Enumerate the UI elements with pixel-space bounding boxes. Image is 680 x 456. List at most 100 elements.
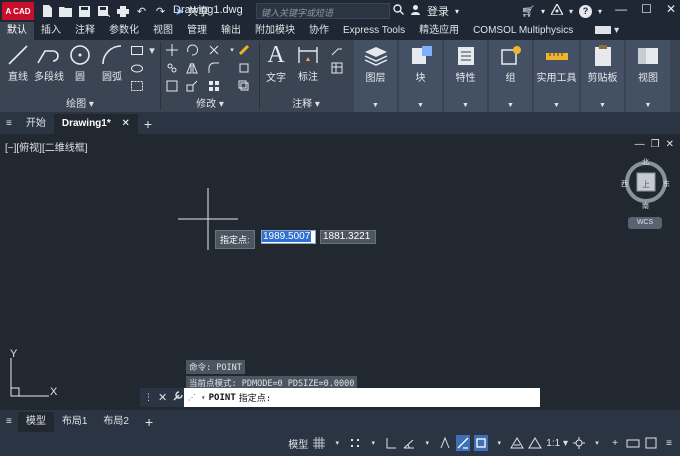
- viewport-label[interactable]: [−][俯视][二维线框]: [5, 139, 88, 154]
- new-file-icon[interactable]: [40, 5, 53, 18]
- viewport-restore-icon[interactable]: ❐: [651, 139, 660, 150]
- tab-express-tools[interactable]: Express Tools: [336, 22, 412, 40]
- view-dropdown-icon[interactable]: ▼: [645, 102, 652, 109]
- grid-dropdown-icon[interactable]: ▾: [330, 435, 344, 451]
- text-tool[interactable]: A 文字: [266, 42, 286, 84]
- tab-collaborate[interactable]: 协作: [302, 22, 336, 40]
- help-dropdown-icon[interactable]: ▾: [598, 7, 602, 16]
- tab-model[interactable]: 模型: [17, 412, 54, 432]
- command-close-icon[interactable]: ✕: [158, 391, 167, 404]
- add-scale-icon[interactable]: +: [608, 435, 622, 451]
- annotation-autoscale-icon[interactable]: [528, 435, 543, 451]
- customize-icon[interactable]: ≡: [662, 435, 676, 451]
- erase-icon[interactable]: [237, 44, 251, 56]
- line-tool[interactable]: 直线: [6, 43, 30, 83]
- viewport-close-icon[interactable]: ✕: [666, 139, 674, 150]
- tab-manage[interactable]: 管理: [180, 22, 214, 40]
- menu-icon[interactable]: ≡: [0, 114, 18, 134]
- view-panel[interactable]: 视图 ▼: [626, 40, 670, 112]
- viewcube-top-face[interactable]: 上: [642, 179, 650, 190]
- tab-addins[interactable]: 附加模块: [248, 22, 302, 40]
- grid-icon[interactable]: [312, 435, 326, 451]
- tab-view[interactable]: 视图: [146, 22, 180, 40]
- tab-featured-apps[interactable]: 精选应用: [412, 22, 466, 40]
- connect-icon[interactable]: [549, 2, 565, 18]
- add-layout-button[interactable]: +: [137, 412, 161, 432]
- move-icon[interactable]: [165, 44, 179, 56]
- layers-dropdown-icon[interactable]: ▼: [372, 102, 379, 109]
- save-as-icon[interactable]: [97, 5, 110, 18]
- annotation-group-footer[interactable]: 注释 ▾: [260, 98, 352, 112]
- leader-icon[interactable]: [330, 44, 344, 56]
- polar-dropdown-icon[interactable]: ▾: [420, 435, 434, 451]
- clipboard-panel[interactable]: 剪贴板 ▼: [581, 40, 624, 112]
- annotation-scale-button[interactable]: 1:1 ▾: [546, 435, 568, 451]
- polyline-tool[interactable]: 多段线: [34, 43, 64, 83]
- group-dropdown-icon[interactable]: ▼: [507, 102, 514, 109]
- print-icon[interactable]: [116, 5, 129, 18]
- object-snap-dropdown-icon[interactable]: ▾: [492, 435, 506, 451]
- clean-screen-icon[interactable]: [644, 435, 658, 451]
- draw-group-footer[interactable]: 绘图 ▾: [0, 98, 160, 112]
- table-icon[interactable]: [330, 62, 344, 74]
- fillet-icon[interactable]: [207, 62, 221, 74]
- utilities-panel[interactable]: 实用工具 ▼: [534, 40, 579, 112]
- cart-icon[interactable]: 🛒︎: [521, 5, 535, 18]
- mirror-icon[interactable]: [185, 62, 199, 74]
- dimension-tool[interactable]: 标注: [296, 43, 320, 83]
- ortho-icon[interactable]: [384, 435, 398, 451]
- tab-start[interactable]: 开始: [18, 114, 54, 134]
- copy-icon[interactable]: [165, 62, 179, 74]
- object-snap-icon[interactable]: [474, 435, 489, 451]
- save-icon[interactable]: [78, 5, 91, 18]
- command-grip-icon[interactable]: ⋮: [144, 392, 153, 403]
- offset-icon[interactable]: [237, 80, 251, 92]
- trim-icon[interactable]: [207, 44, 221, 56]
- tab-layout2[interactable]: 布局2: [95, 412, 137, 432]
- annotation-visibility-icon[interactable]: [510, 435, 525, 451]
- polar-icon[interactable]: [402, 435, 416, 451]
- command-input[interactable]: ⋰ ▾ POINT 指定点:: [184, 388, 540, 407]
- compass-west[interactable]: 西: [621, 179, 628, 189]
- properties-dropdown-icon[interactable]: ▼: [462, 102, 469, 109]
- tab-default[interactable]: 默认: [0, 22, 34, 40]
- y-coordinate-input[interactable]: 1881.3221: [320, 230, 376, 244]
- rotate-icon[interactable]: [185, 44, 199, 56]
- tab-comsol[interactable]: COMSOL Multiphysics: [466, 22, 580, 40]
- user-icon[interactable]: [410, 4, 421, 18]
- cart-dropdown-icon[interactable]: ▾: [541, 7, 545, 16]
- compass-north[interactable]: 北: [642, 157, 649, 167]
- wcs-menu[interactable]: WCS: [628, 217, 662, 229]
- new-tab-button[interactable]: +: [138, 114, 158, 134]
- viewport-minimize-icon[interactable]: —: [635, 139, 645, 150]
- redo-icon[interactable]: ↷: [154, 5, 167, 18]
- hardware-acceleration-icon[interactable]: [626, 435, 640, 451]
- explode-icon[interactable]: [237, 62, 251, 74]
- snap-icon[interactable]: [348, 435, 362, 451]
- open-folder-icon[interactable]: [59, 5, 72, 18]
- x-coordinate-input[interactable]: 1989.5007: [261, 230, 316, 244]
- compass-east[interactable]: 东: [663, 179, 670, 189]
- maximize-icon[interactable]: ☐: [641, 2, 652, 16]
- scale-icon[interactable]: [185, 80, 199, 92]
- utilities-dropdown-icon[interactable]: ▼: [553, 102, 560, 109]
- hatch-icon[interactable]: [130, 80, 144, 92]
- close-tab-icon[interactable]: ✕: [122, 118, 130, 129]
- tab-layout1[interactable]: 布局1: [54, 412, 96, 432]
- workspace-icon[interactable]: [572, 435, 586, 451]
- command-history-dropdown-icon[interactable]: ⋰ ▾: [188, 393, 206, 402]
- layout-menu-icon[interactable]: ≡: [0, 412, 18, 432]
- clipboard-dropdown-icon[interactable]: ▼: [599, 102, 606, 109]
- tab-annotate[interactable]: 注释: [68, 22, 102, 40]
- object-snap-tracking-icon[interactable]: [456, 435, 471, 451]
- ribbon-options-button[interactable]: ▾: [588, 22, 626, 40]
- properties-panel[interactable]: 特性 ▼: [444, 40, 487, 112]
- close-icon[interactable]: ✕: [666, 2, 676, 16]
- minimize-icon[interactable]: —: [615, 2, 627, 16]
- circle-tool[interactable]: 圆: [68, 43, 92, 83]
- undo-icon[interactable]: ↶: [135, 5, 148, 18]
- tab-output[interactable]: 输出: [214, 22, 248, 40]
- search-icon[interactable]: [393, 4, 404, 18]
- login-button[interactable]: 登录: [427, 3, 449, 19]
- compass-south[interactable]: 南: [642, 201, 649, 211]
